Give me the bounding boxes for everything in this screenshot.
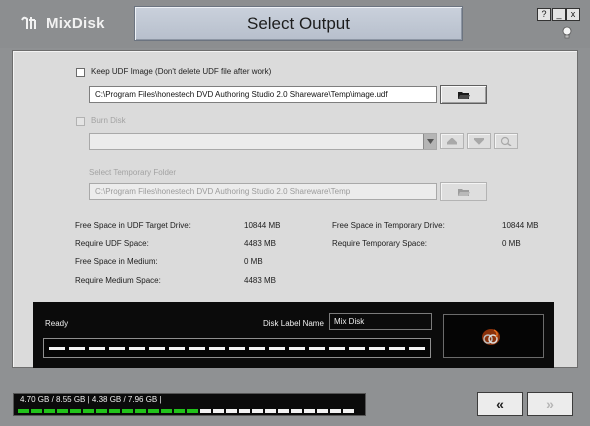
disk-label-input[interactable]: Mix Disk [329,313,432,330]
progress-segment [229,347,245,350]
app-name: MixDisk [46,14,105,32]
capacity-segment [291,409,302,413]
tip-bulb-icon[interactable] [562,26,572,40]
capacity-segment [343,409,354,413]
free-medium-value: 0 MB [244,257,263,266]
free-temp-label: Free Space in Temporary Drive: [332,221,445,230]
page-title: Select Output [134,6,463,41]
capacity-segment [304,409,315,413]
progress-segment [189,347,205,350]
temp-folder-field[interactable]: C:\Program Files\honestech DVD Authoring… [89,183,437,200]
close-button[interactable]: x [566,8,580,21]
req-temp-label: Require Temporary Space: [332,239,428,248]
progress-segment [149,347,165,350]
capacity-text: 4.70 GB / 8.55 GB | 4.38 GB / 7.96 GB | [20,395,162,404]
req-udf-label: Require UDF Space: [75,239,149,248]
minimize-button[interactable]: _ [552,8,566,21]
browse-udf-button[interactable] [440,85,487,104]
eject-icon [447,137,457,144]
capacity-segment [200,409,211,413]
capacity-segment [265,409,276,413]
progress-segment [209,347,225,350]
capacity-segment [44,409,55,413]
progress-segment [369,347,385,350]
search-disc-icon [500,136,512,146]
capacity-meter: 4.70 GB / 8.55 GB | 4.38 GB / 7.96 GB | [13,393,366,416]
progress-segment [309,347,325,350]
progress-segment [349,347,365,350]
chevron-down-icon[interactable] [423,134,436,149]
capacity-segment [239,409,250,413]
progress-segment [109,347,125,350]
progress-segment [269,347,285,350]
load-tray-icon [474,137,484,145]
req-medium-value: 4483 MB [244,276,277,285]
status-text: Ready [45,319,69,328]
help-button[interactable]: ? [537,8,551,21]
capacity-segment [18,409,29,413]
capacity-segment [278,409,289,413]
capacity-segment [109,409,120,413]
req-temp-value: 0 MB [502,239,521,248]
capacity-segment [135,409,146,413]
progress-segment [389,347,405,350]
eject-button[interactable] [440,133,464,149]
burn-disk-checkbox[interactable] [76,117,85,126]
browse-temp-button[interactable] [440,182,487,201]
app-logo: MixDisk [20,10,120,36]
free-udf-label: Free Space in UDF Target Drive: [75,221,191,230]
req-medium-label: Require Medium Space: [75,276,161,285]
udf-path-field[interactable]: C:\Program Files\honestech DVD Authoring… [89,86,437,103]
capacity-segment [122,409,133,413]
capacity-segment [70,409,81,413]
capacity-segment [161,409,172,413]
capacity-segment [57,409,68,413]
progress-segment [289,347,305,350]
disk-label-caption: Disk Label Name [263,319,324,328]
capacity-segment [96,409,107,413]
next-button[interactable]: » [527,392,573,416]
progress-segment [169,347,185,350]
free-medium-label: Free Space in Medium: [75,257,158,266]
progress-segment [329,347,345,350]
load-tray-button[interactable] [467,133,491,149]
animation-box [443,314,544,358]
mixdisk-logo-icon [21,16,36,29]
progress-segment [89,347,105,350]
progress-bar [43,338,431,358]
keep-udf-checkbox[interactable] [76,68,85,77]
folder-icon [457,91,470,99]
progress-segment [409,347,425,350]
progress-segment [69,347,85,350]
keep-udf-label: Keep UDF Image (Don't delete UDF file af… [91,67,272,76]
capacity-segment [330,409,341,413]
capacity-segment [174,409,185,413]
capacity-segment [213,409,224,413]
progress-segment [249,347,265,350]
back-button[interactable]: « [477,392,523,416]
burn-disk-label: Burn Disk [91,116,126,125]
capacity-segment [187,409,198,413]
capacity-segment [317,409,328,413]
capacity-segment [148,409,159,413]
capacity-segment [252,409,263,413]
req-udf-value: 4483 MB [244,239,277,248]
capacity-segment [226,409,237,413]
progress-segment [49,347,65,350]
capacity-segment [83,409,94,413]
progress-segment [129,347,145,350]
drive-select[interactable] [89,133,437,150]
free-temp-value: 10844 MB [502,221,539,230]
folder-icon [457,188,470,196]
disc-flame-icon [482,329,500,345]
temp-folder-label: Select Temporary Folder [89,168,176,177]
free-udf-value: 10844 MB [244,221,281,230]
capacity-segment [31,409,42,413]
drive-info-button[interactable] [494,133,518,149]
